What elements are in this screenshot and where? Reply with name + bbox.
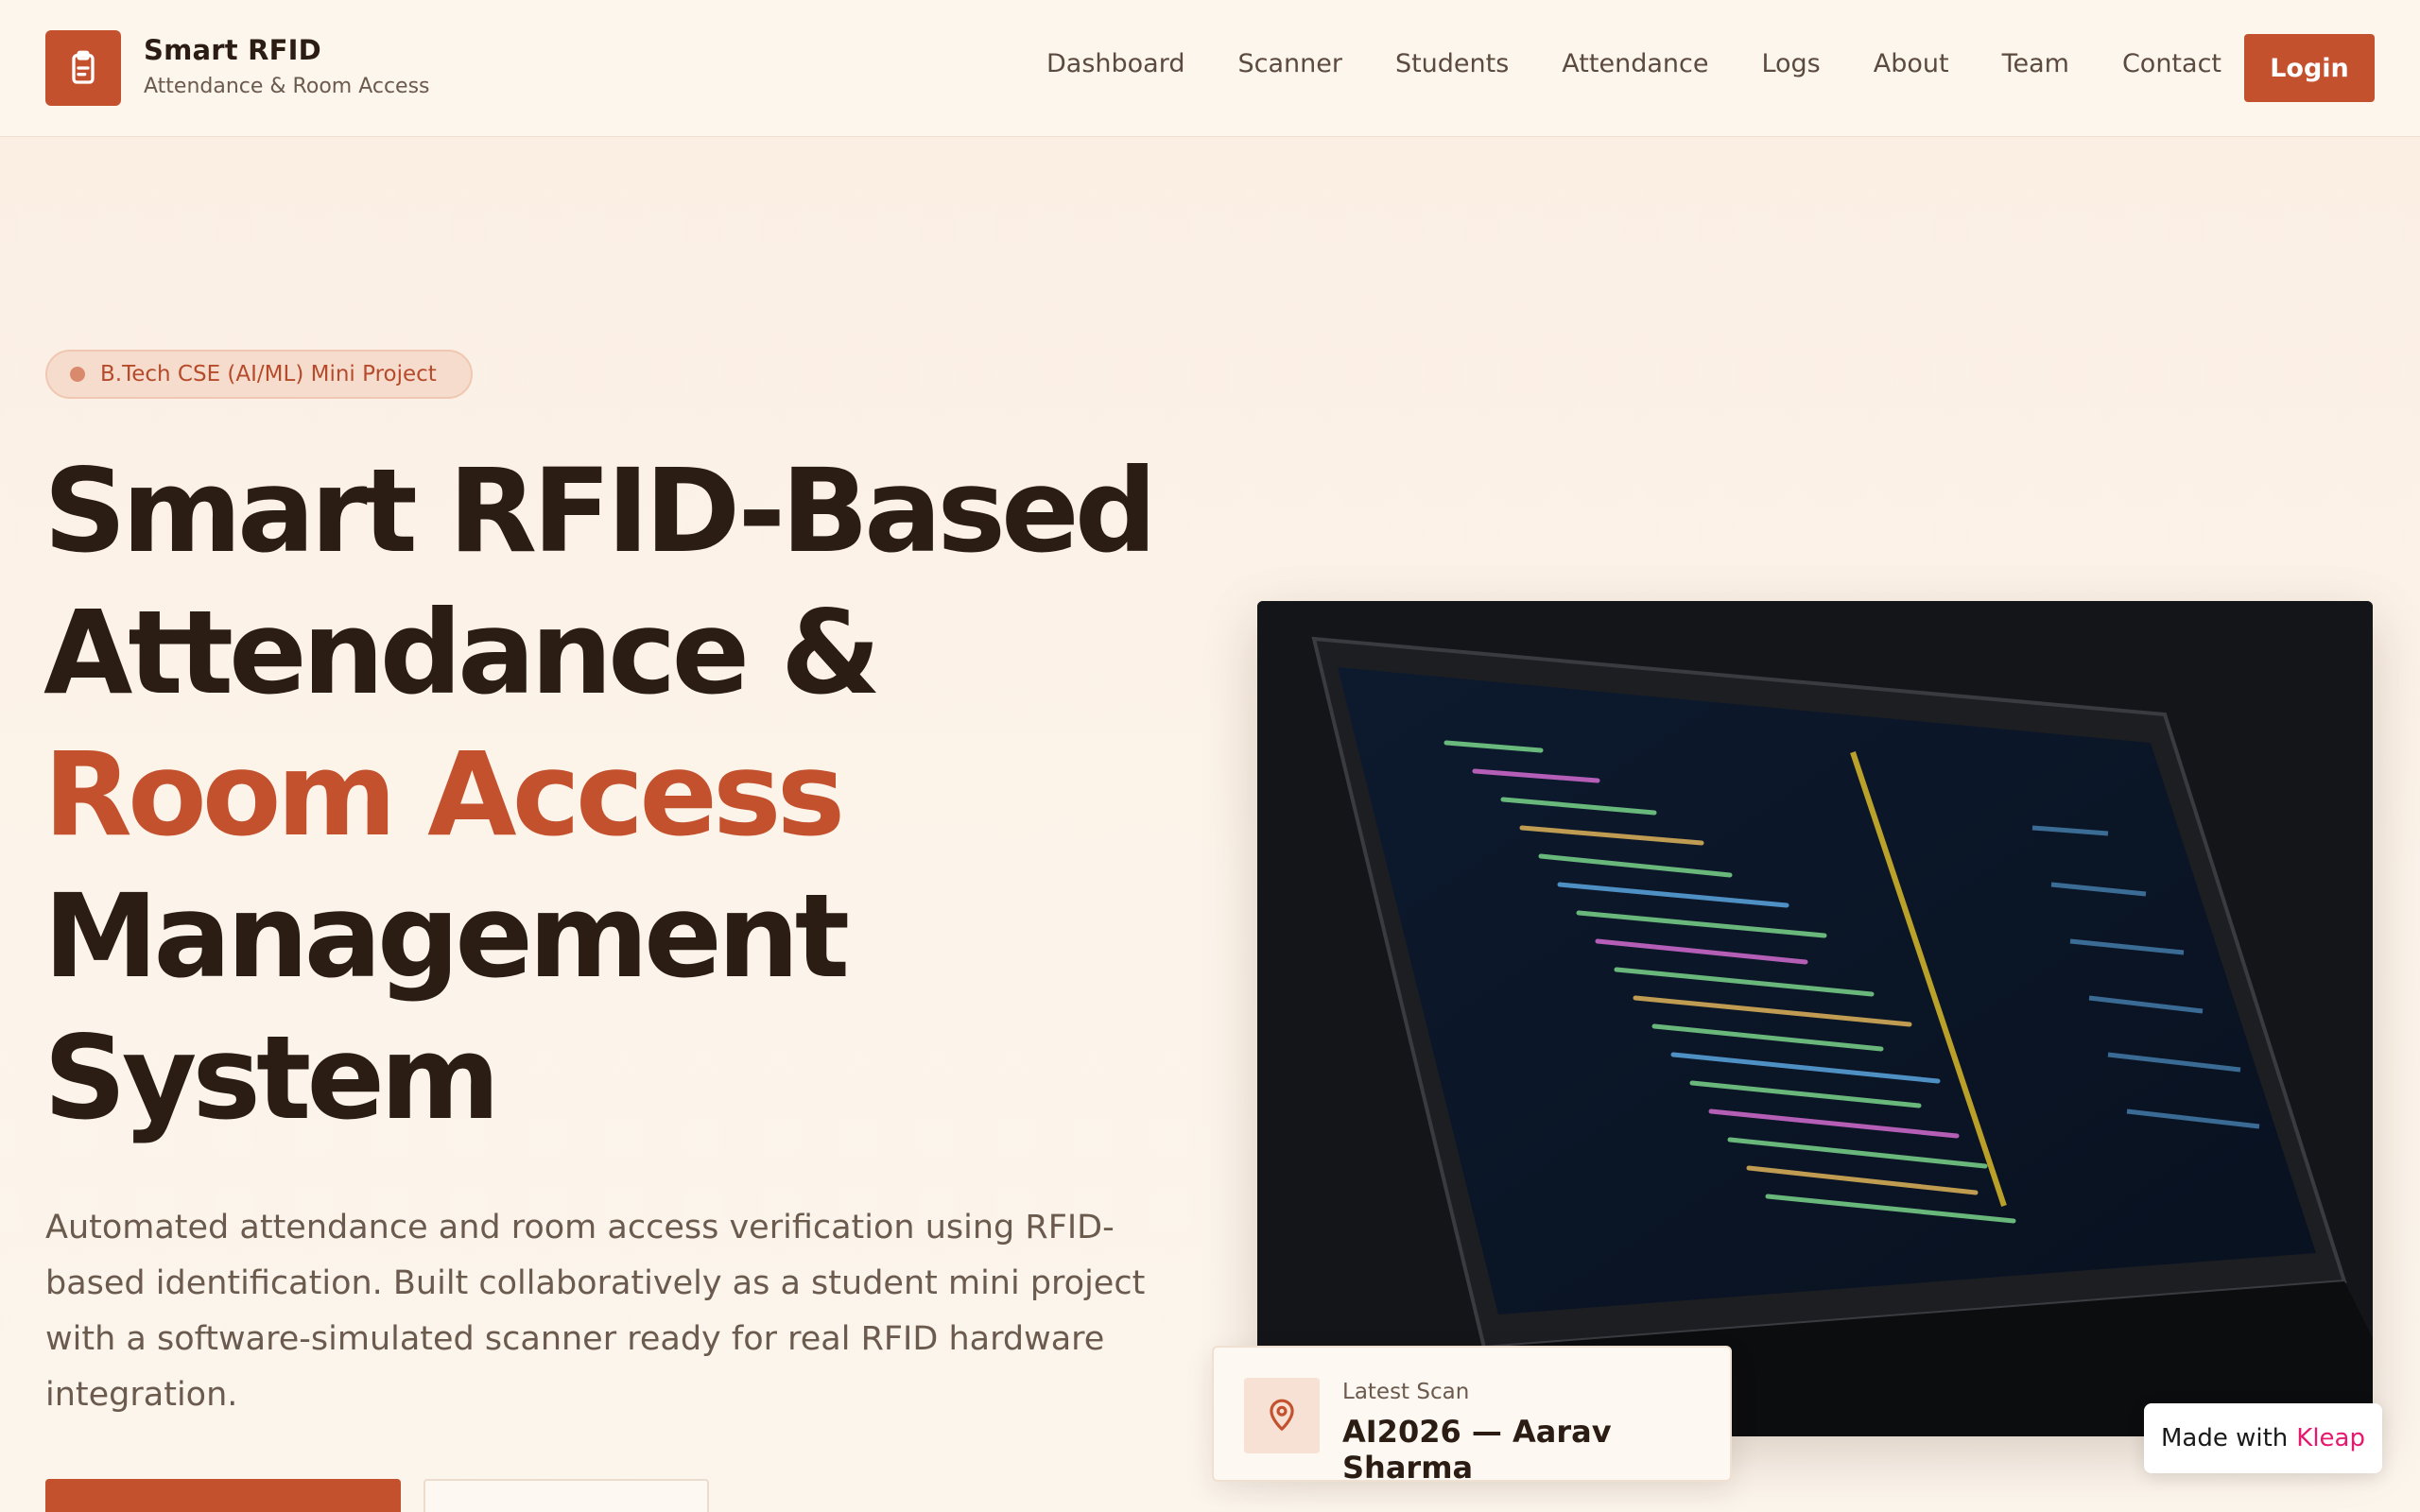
clipboard-icon (72, 50, 95, 84)
logo[interactable] (45, 30, 121, 106)
nav-logs[interactable]: Logs (1761, 49, 1820, 78)
nav-team[interactable]: Team (2002, 49, 2069, 78)
made-with-prefix: Made with (2160, 1424, 2289, 1452)
nav-contact[interactable]: Contact (2122, 49, 2221, 78)
project-badge: B.Tech CSE (AI/ML) Mini Project (45, 350, 473, 399)
headline-part1: Smart RFID-Based Attendance & (43, 444, 1157, 720)
login-button[interactable]: Login (2244, 34, 2375, 102)
map-pin-icon (1270, 1399, 1294, 1431)
scan-label: Latest Scan (1342, 1380, 1470, 1404)
nav-dashboard[interactable]: Dashboard (1046, 49, 1184, 78)
latest-scan-card: Latest Scan AI2026 — Aarav Sharma (1212, 1346, 1732, 1486)
brand-subtitle: Attendance & Room Access (144, 75, 430, 98)
nav-about[interactable]: About (1874, 49, 1949, 78)
nav-attendance[interactable]: Attendance (1562, 49, 1708, 78)
badge-dot (70, 367, 85, 382)
nav-students[interactable]: Students (1395, 49, 1509, 78)
site-header: Smart RFID Attendance & Room Access Dash… (0, 0, 2420, 137)
badge-text: B.Tech CSE (AI/ML) Mini Project (100, 362, 437, 387)
hero-lead: Automated attendance and room access ver… (45, 1209, 1146, 1414)
secondary-cta-button[interactable] (424, 1479, 709, 1512)
brand-title[interactable]: Smart RFID (144, 34, 321, 66)
hero-laptop-image (1257, 601, 2373, 1436)
laptop-illustration (1257, 601, 2373, 1436)
headline-part2: Management System (43, 869, 850, 1145)
made-with-brand: Kleap (2296, 1424, 2365, 1452)
scan-icon-box (1244, 1378, 1320, 1453)
primary-cta-button[interactable] (45, 1479, 401, 1512)
made-with-badge[interactable]: Made with Kleap (2144, 1403, 2382, 1473)
main-nav: Dashboard Scanner Students Attendance Lo… (1046, 49, 2221, 78)
hero-headline: Smart RFID-Based Attendance & Room Acces… (43, 440, 1216, 1149)
headline-accent: Room Access (43, 728, 845, 862)
nav-scanner[interactable]: Scanner (1237, 49, 1341, 78)
scan-value: AI2026 — Aarav Sharma (1342, 1414, 1612, 1486)
